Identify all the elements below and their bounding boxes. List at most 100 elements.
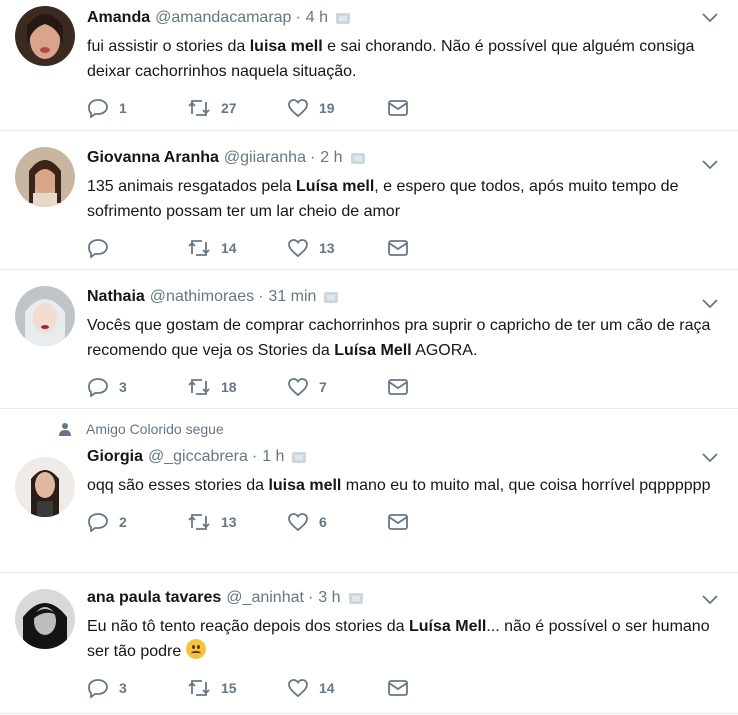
username[interactable]: @giiaranha xyxy=(224,149,306,167)
direct-message-button[interactable] xyxy=(387,513,409,531)
tweet[interactable]: Giovanna Aranha @giiaranha · 2 h 135 ani… xyxy=(0,131,738,270)
chevron-down-icon[interactable] xyxy=(702,13,718,23)
tweet-actions: 3 18 7 xyxy=(87,377,718,397)
direct-message-button[interactable] xyxy=(387,378,409,396)
avatar[interactable] xyxy=(15,6,75,66)
retweet-count: 15 xyxy=(221,680,237,696)
tweet-feed: Amanda @amandacamarap · 4 h fui assistir… xyxy=(0,0,738,714)
retweet-icon xyxy=(188,240,210,256)
direct-message-button[interactable] xyxy=(387,679,409,697)
tweet-actions: 2 13 6 xyxy=(87,512,718,532)
like-count: 19 xyxy=(319,100,335,116)
like-button[interactable]: 7 xyxy=(287,377,387,397)
badge-icon xyxy=(324,292,339,303)
retweet-icon xyxy=(188,100,210,116)
like-button[interactable]: 14 xyxy=(287,678,387,698)
like-count: 7 xyxy=(319,379,327,395)
reply-button[interactable]: 3 xyxy=(87,678,187,698)
separator-dot: · xyxy=(251,448,258,465)
tweet-actions: 3 15 14 xyxy=(87,678,718,698)
tweet-text: Vocês que gostam de comprar cachorrinhos… xyxy=(87,317,711,359)
tweet-text: fui assistir o stories da luisa mell e s… xyxy=(87,38,695,80)
avatar[interactable] xyxy=(15,589,75,649)
timestamp[interactable]: 31 min xyxy=(268,288,316,306)
heart-icon xyxy=(288,239,308,258)
direct-message-button[interactable] xyxy=(387,99,409,117)
envelope-icon xyxy=(388,514,408,530)
badge-icon xyxy=(292,452,307,463)
retweet-button[interactable]: 14 xyxy=(187,238,287,258)
separator-dot: · xyxy=(309,149,316,166)
display-name[interactable]: Giorgia xyxy=(87,448,143,466)
timestamp[interactable]: 3 h xyxy=(318,589,340,607)
retweet-icon xyxy=(188,379,210,395)
avatar[interactable] xyxy=(15,147,75,207)
reply-button[interactable]: 3 xyxy=(87,377,187,397)
timestamp[interactable]: 2 h xyxy=(320,149,342,167)
chevron-down-icon[interactable] xyxy=(702,595,718,605)
reply-count: 1 xyxy=(119,100,127,116)
badge-icon xyxy=(348,593,363,604)
chevron-down-icon[interactable] xyxy=(702,453,718,463)
username[interactable]: @_giccabrera xyxy=(148,448,248,466)
heart-icon xyxy=(288,378,308,397)
social-context-text[interactable]: Amigo Colorido segue xyxy=(86,421,224,437)
person-icon xyxy=(59,423,71,436)
like-count: 13 xyxy=(319,240,335,256)
separator-dot: · xyxy=(295,9,301,26)
tweet-header: Amanda @amandacamarap · 4 h xyxy=(87,7,718,29)
username[interactable]: @nathimoraes xyxy=(150,288,254,306)
retweet-button[interactable]: 13 xyxy=(187,512,287,532)
badge-icon xyxy=(350,153,365,164)
direct-message-button[interactable] xyxy=(387,239,409,257)
tweet[interactable]: Nathaia @nathimoraes · 31 min Vocês que … xyxy=(0,270,738,409)
chevron-down-icon[interactable] xyxy=(702,160,718,170)
tweet-header: Nathaia @nathimoraes · 31 min xyxy=(87,286,718,308)
username[interactable]: @amandacamarap xyxy=(155,9,291,27)
avatar[interactable] xyxy=(15,457,75,517)
like-button[interactable]: 13 xyxy=(287,238,387,258)
avatar[interactable] xyxy=(15,286,75,346)
social-context: Amigo Colorido segue xyxy=(58,421,224,437)
badge-icon xyxy=(336,13,351,24)
tweet-header: Giorgia @_giccabrera · 1 h xyxy=(87,446,718,468)
retweet-icon xyxy=(188,680,210,696)
tweet[interactable]: Amanda @amandacamarap · 4 h fui assistir… xyxy=(0,0,738,131)
timestamp[interactable]: 4 h xyxy=(306,9,328,27)
display-name[interactable]: Giovanna Aranha xyxy=(87,149,219,167)
display-name[interactable]: Amanda xyxy=(87,9,150,27)
like-button[interactable]: 6 xyxy=(287,512,387,532)
reply-count: 3 xyxy=(119,379,127,395)
tweet-header: ana paula tavares @_aninhat · 3 h xyxy=(87,587,718,609)
retweet-count: 14 xyxy=(221,240,237,256)
chevron-down-icon[interactable] xyxy=(702,299,718,309)
retweet-count: 13 xyxy=(221,514,237,530)
envelope-icon xyxy=(388,680,408,696)
retweet-button[interactable]: 18 xyxy=(187,377,287,397)
like-count: 6 xyxy=(319,514,327,530)
envelope-icon xyxy=(388,240,408,256)
reply-count: 3 xyxy=(119,680,127,696)
username[interactable]: @_aninhat xyxy=(226,589,304,607)
tweet[interactable]: ana paula tavares @_aninhat · 3 h Eu não… xyxy=(0,573,738,714)
tweet-text: Eu não tô tento reação depois dos storie… xyxy=(87,618,710,660)
heart-icon xyxy=(288,513,308,532)
reply-button[interactable]: 1 xyxy=(87,98,187,118)
display-name[interactable]: ana paula tavares xyxy=(87,589,221,607)
frowning-face-emoji xyxy=(185,639,206,659)
retweet-button[interactable]: 27 xyxy=(187,98,287,118)
envelope-icon xyxy=(388,379,408,395)
like-button[interactable]: 19 xyxy=(287,98,387,118)
reply-button[interactable]: 2 xyxy=(87,512,187,532)
tweet-text: 135 animais resgatados pela Luísa mell, … xyxy=(87,178,679,220)
reply-button[interactable] xyxy=(87,238,187,258)
retweet-count: 18 xyxy=(221,379,237,395)
timestamp[interactable]: 1 h xyxy=(262,448,284,466)
retweet-button[interactable]: 15 xyxy=(187,678,287,698)
tweet[interactable]: Amigo Colorido segue Giorgia @_giccabrer… xyxy=(0,409,738,573)
reply-icon xyxy=(88,99,108,118)
heart-icon xyxy=(288,679,308,698)
display-name[interactable]: Nathaia xyxy=(87,288,145,306)
tweet-actions: 1 27 19 xyxy=(87,98,718,118)
tweet-actions: 14 13 xyxy=(87,238,718,258)
